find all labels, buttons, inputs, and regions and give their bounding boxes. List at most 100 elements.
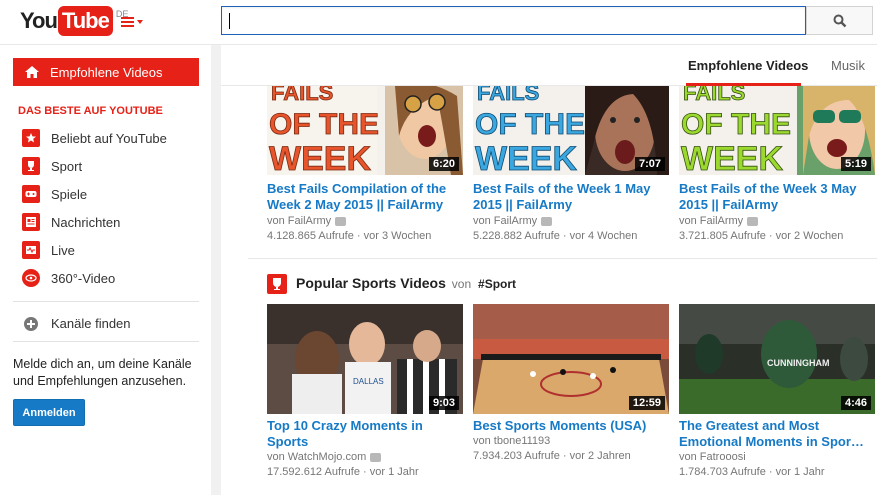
view-count: 7.934.203 Aufrufe <box>473 450 560 462</box>
video-meta: 5.228.882 Aufrufe · vor 4 Wochen <box>473 230 638 242</box>
guide-sidebar: Empfohlene Videos DAS BESTE AUF YOUTUBE … <box>0 45 211 495</box>
video-title-link[interactable]: The Greatest and Most Emotional Moments … <box>679 418 875 450</box>
sidebar-item-label: Beliebt auf YouTube <box>51 130 167 146</box>
shelf-title-link[interactable]: Popular Sports Videos <box>296 275 446 291</box>
home-icon <box>25 66 39 78</box>
video-thumbnail[interactable]: 12:59 <box>473 304 669 414</box>
channel-byline: von tbone11193 <box>473 435 550 447</box>
shelf-by-label: von <box>451 277 472 291</box>
svg-text:CUNNINGHAM: CUNNINGHAM <box>767 358 830 368</box>
channel-link[interactable]: von FailArmy <box>679 215 743 227</box>
video-thumbnail[interactable]: CUNNINGHAM 4:46 <box>679 304 875 414</box>
view-count: 4.128.865 Aufrufe <box>267 230 354 242</box>
find-channels-link[interactable]: Kanäle finden <box>24 316 131 331</box>
channel-link[interactable]: von WatchMojo.com <box>267 451 366 463</box>
search-icon <box>833 14 847 28</box>
channel-byline: von FailArmy <box>267 215 347 227</box>
logo-you-text: You <box>20 8 58 33</box>
tab-bar: Empfohlene Videos Musik <box>221 45 877 86</box>
upload-age: vor 1 Jahr <box>775 466 825 478</box>
verified-icon <box>370 452 382 462</box>
gamepad-icon <box>22 185 40 203</box>
youtube-logo[interactable]: You Tube DE <box>20 6 128 36</box>
search-button[interactable] <box>806 6 873 35</box>
video-thumbnail[interactable]: FAILS OF THE WEEK 7:07 <box>473 86 669 175</box>
duration-badge: 5:19 <box>840 157 871 171</box>
svg-text:OF THE: OF THE <box>681 108 791 141</box>
video-thumbnail[interactable]: DALLAS 9:03 <box>267 304 463 414</box>
news-icon <box>22 213 40 231</box>
channel-link[interactable]: von tbone11193 <box>473 435 550 447</box>
upload-age: vor 2 Wochen <box>775 230 844 242</box>
sidebar-item-sport[interactable]: Sport <box>22 156 82 176</box>
sidebar-item-label: 360°-Video <box>51 270 116 286</box>
star-icon <box>22 129 40 147</box>
sidebar-item-news[interactable]: Nachrichten <box>22 212 120 232</box>
svg-text:FAILS: FAILS <box>271 86 333 105</box>
guide-menu-button[interactable] <box>121 14 147 30</box>
chevron-down-icon <box>137 20 143 24</box>
duration-badge: 4:46 <box>840 396 871 410</box>
video-thumbnail[interactable]: FAILS OF THE WEEK 6:20 <box>267 86 463 175</box>
sidebar-item-360[interactable]: 360°-Video <box>22 268 115 288</box>
view-count: 17.592.612 Aufrufe <box>267 466 360 478</box>
tab-music[interactable]: Musik <box>831 58 865 73</box>
sidebar-item-recommended[interactable]: Empfohlene Videos <box>13 58 199 86</box>
svg-text:OF THE: OF THE <box>475 108 585 141</box>
sidebar-item-games[interactable]: Spiele <box>22 184 87 204</box>
verified-icon <box>541 216 553 226</box>
divider <box>13 341 199 342</box>
sidebar-item-live[interactable]: Live <box>22 240 75 260</box>
channel-link[interactable]: von Fatrooosi <box>679 451 746 463</box>
360-icon <box>22 269 40 287</box>
shelf-divider <box>248 258 877 259</box>
hamburger-icon <box>121 17 134 19</box>
svg-text:OF THE: OF THE <box>269 108 379 141</box>
sidebar-item-label: Nachrichten <box>51 214 121 230</box>
video-title-link[interactable]: Best Sports Moments (USA) <box>473 418 669 434</box>
view-count: 3.721.805 Aufrufe <box>679 230 766 242</box>
text-caret <box>229 13 230 29</box>
duration-badge: 12:59 <box>628 396 665 410</box>
channel-byline: von FailArmy <box>473 215 553 227</box>
svg-text:FAILS: FAILS <box>683 86 745 105</box>
view-count: 1.784.703 Aufrufe <box>679 466 766 478</box>
trophy-icon <box>267 274 287 294</box>
video-title-link[interactable]: Best Fails Compilation of the Week 2 May… <box>267 181 463 213</box>
video-meta: 17.592.612 Aufrufe · vor 1 Jahr <box>267 466 419 478</box>
video-meta: 7.934.203 Aufrufe · vor 2 Jahren <box>473 450 631 462</box>
signin-button[interactable]: Anmelden <box>13 399 85 426</box>
video-title-link[interactable]: Best Fails of the Week 3 May 2015 || Fai… <box>679 181 875 213</box>
view-count: 5.228.882 Aufrufe <box>473 230 560 242</box>
shelf-title: Popular Sports Videos von #Sport <box>296 275 516 291</box>
shelf-channel-link[interactable]: #Sport <box>478 277 516 291</box>
video-meta: 1.784.703 Aufrufe · vor 1 Jahr <box>679 466 825 478</box>
channel-byline: von WatchMojo.com <box>267 451 382 463</box>
plus-circle-icon <box>24 316 38 331</box>
duration-badge: 7:07 <box>634 157 665 171</box>
svg-text:FAILS: FAILS <box>477 86 539 105</box>
upload-age: vor 2 Jahren <box>569 450 631 462</box>
duration-badge: 9:03 <box>428 396 459 410</box>
channel-link[interactable]: von FailArmy <box>473 215 537 227</box>
tab-recommended[interactable]: Empfohlene Videos <box>688 58 808 73</box>
sidebar-item-label: Live <box>51 242 75 258</box>
upload-age: vor 1 Jahr <box>369 466 419 478</box>
verified-icon <box>747 216 759 226</box>
svg-text:WEEK: WEEK <box>269 140 371 175</box>
svg-text:WEEK: WEEK <box>475 140 577 175</box>
video-title-link[interactable]: Best Fails of the Week 1 May 2015 || Fai… <box>473 181 669 213</box>
video-thumbnail[interactable]: FAILS OF THE WEEK 5:19 <box>679 86 875 175</box>
signin-prompt: Melde dich an, um deine Kanäle und Empfe… <box>13 357 192 388</box>
duration-badge: 6:20 <box>428 157 459 171</box>
svg-text:WEEK: WEEK <box>681 140 783 175</box>
channel-link[interactable]: von FailArmy <box>267 215 331 227</box>
live-icon <box>22 241 40 259</box>
search-input[interactable] <box>221 6 806 35</box>
sidebar-item-label: Empfohlene Videos <box>50 64 163 80</box>
section-title: DAS BESTE AUF YOUTUBE <box>18 105 163 117</box>
video-title-link[interactable]: Top 10 Crazy Moments in Sports <box>267 418 463 450</box>
upload-age: vor 4 Wochen <box>569 230 638 242</box>
divider <box>13 301 199 302</box>
sidebar-item-popular[interactable]: Beliebt auf YouTube <box>22 128 167 148</box>
